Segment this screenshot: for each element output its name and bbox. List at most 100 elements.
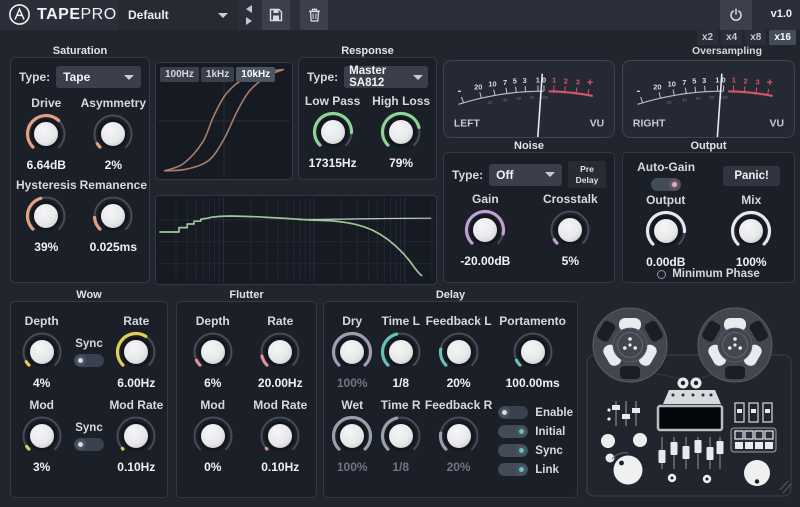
wow-mod-sync-label: Sync [75, 421, 103, 434]
delay-sync-toggle[interactable] [498, 444, 529, 457]
knob-label: Feedback R [424, 398, 493, 412]
knob-label: Mod [200, 398, 226, 412]
hysteresis-tab-100Hz[interactable]: 100Hz [160, 67, 199, 82]
preset-prev-button[interactable] [246, 5, 252, 13]
pre-delay-button[interactable]: Pre Delay [568, 161, 606, 189]
svg-text:80: 80 [709, 95, 715, 100]
flutter-title: Flutter [229, 289, 264, 301]
wow-mod-knob: Mod 3% [13, 398, 70, 474]
preset-next-button[interactable] [246, 17, 252, 25]
knob-dial[interactable] [378, 329, 424, 375]
wow-sync-label: Sync [75, 337, 103, 350]
saturation-type-select[interactable]: Tape [56, 66, 141, 88]
oversampling-x4-button[interactable]: x4 [721, 30, 743, 45]
response-type-select[interactable]: Master SA812 [344, 65, 428, 89]
delete-preset-button[interactable] [300, 0, 328, 30]
panic-button[interactable]: Panic! [723, 165, 780, 186]
knob-value: 6.64dB [26, 158, 66, 172]
preset-select-value: Default [128, 8, 169, 22]
hysteresis-knob: Hysteresis 39% [13, 178, 80, 254]
knob-label: Feedback L [425, 314, 492, 328]
plugin-title: TAPEPRO [37, 5, 117, 23]
knob-dial[interactable] [329, 329, 375, 375]
knob-label: Depth [195, 314, 230, 328]
delay-initial-label: Initial [535, 425, 566, 438]
knob-value: 6.00Hz [117, 376, 156, 390]
delay-enable-toggle[interactable] [498, 406, 529, 419]
wow-mod-sync-toggle[interactable] [73, 437, 104, 451]
knob-dial[interactable] [257, 413, 303, 459]
knob-value: 0.025ms [89, 240, 137, 254]
noise-gain-knob: Gain -20.00dB [460, 192, 510, 268]
delay-link-toggle[interactable] [498, 463, 529, 476]
knob-dial[interactable] [462, 207, 508, 253]
oversampling-x8-button[interactable]: x8 [745, 30, 767, 45]
remanence-knob: Remanence 0.025ms [80, 178, 147, 254]
knob-dial[interactable] [23, 111, 69, 157]
noise-type-select[interactable]: Off [489, 163, 562, 186]
knob-dial[interactable] [90, 193, 136, 239]
knob-dial[interactable] [90, 111, 136, 157]
knob-dial[interactable] [310, 109, 356, 155]
svg-text:20: 20 [653, 82, 661, 91]
knob-dial[interactable] [378, 109, 424, 155]
knob-dial[interactable] [728, 208, 774, 254]
response-panel: Type: Master SA812 Low Pass 17315Hz High … [298, 57, 437, 180]
knob-label: Wet [341, 398, 364, 412]
flutter-depth-knob: Depth 6% [179, 314, 247, 390]
knob-dial[interactable] [113, 329, 159, 375]
delay-wet-knob: Wet 100% [328, 398, 376, 474]
delay-initial-toggle[interactable] [498, 425, 529, 438]
knob-dial[interactable] [19, 413, 65, 459]
knob-label: Time R [380, 398, 421, 412]
knob-dial[interactable] [547, 207, 593, 253]
chevron-down-icon [124, 74, 134, 80]
knob-dial[interactable] [190, 413, 236, 459]
chevron-down-icon [218, 12, 228, 18]
frequency-response-curve [158, 198, 434, 282]
flutter-rate-knob: Rate 20.00Hz [247, 314, 315, 390]
wow-sync-toggle[interactable] [73, 353, 104, 367]
delay-feedback-r-knob: Feedback R 20% [425, 398, 492, 474]
delay-enable-row: Enable [498, 406, 573, 419]
preset-select[interactable]: Default [118, 0, 238, 30]
knob-dial[interactable] [436, 329, 482, 375]
knob-dial[interactable] [190, 329, 236, 375]
drive-knob: Drive 6.64dB [13, 96, 80, 172]
knob-label: Drive [31, 96, 62, 110]
svg-text:VU: VU [770, 118, 785, 129]
knob-label: Time L [381, 314, 420, 328]
auto-gain-toggle[interactable] [651, 178, 682, 191]
knob-label: Dry [342, 314, 363, 328]
knob-dial[interactable] [257, 329, 303, 375]
oversampling-x2-button[interactable]: x2 [696, 30, 719, 45]
oversampling-x16-button[interactable]: x16 [769, 30, 796, 45]
reel-to-reel-illustration [586, 307, 792, 497]
svg-text:20: 20 [487, 100, 492, 105]
knob-value: 100.00ms [505, 376, 560, 390]
knob-label: High Loss [372, 94, 431, 108]
knob-dial[interactable] [19, 329, 65, 375]
knob-dial[interactable] [378, 413, 424, 459]
svg-text:80: 80 [530, 95, 535, 100]
knob-dial[interactable] [23, 193, 69, 239]
hysteresis-tab-10kHz[interactable]: 10kHz [236, 67, 276, 82]
knob-value: 20.00Hz [257, 376, 303, 390]
minimum-phase-checkbox[interactable] [657, 269, 667, 279]
knob-dial[interactable] [113, 413, 159, 459]
svg-text:7: 7 [682, 78, 686, 87]
noise-title: Noise [514, 140, 544, 152]
knob-value: 5% [561, 254, 579, 269]
bypass-power-button[interactable] [720, 0, 752, 30]
delay-portamento-knob: Portamento 100.00ms [492, 314, 573, 390]
knob-dial[interactable] [510, 329, 556, 375]
knob-dial[interactable] [329, 413, 375, 459]
svg-text:7: 7 [503, 78, 507, 87]
knob-dial[interactable] [643, 208, 689, 254]
hysteresis-tab-1kHz[interactable]: 1kHz [200, 67, 235, 82]
knob-dial[interactable] [436, 413, 482, 459]
knob-value: 4% [33, 376, 51, 390]
svg-text:3: 3 [756, 78, 760, 87]
save-preset-button[interactable] [262, 0, 290, 30]
asymmetry-knob: Asymmetry 2% [80, 96, 147, 172]
